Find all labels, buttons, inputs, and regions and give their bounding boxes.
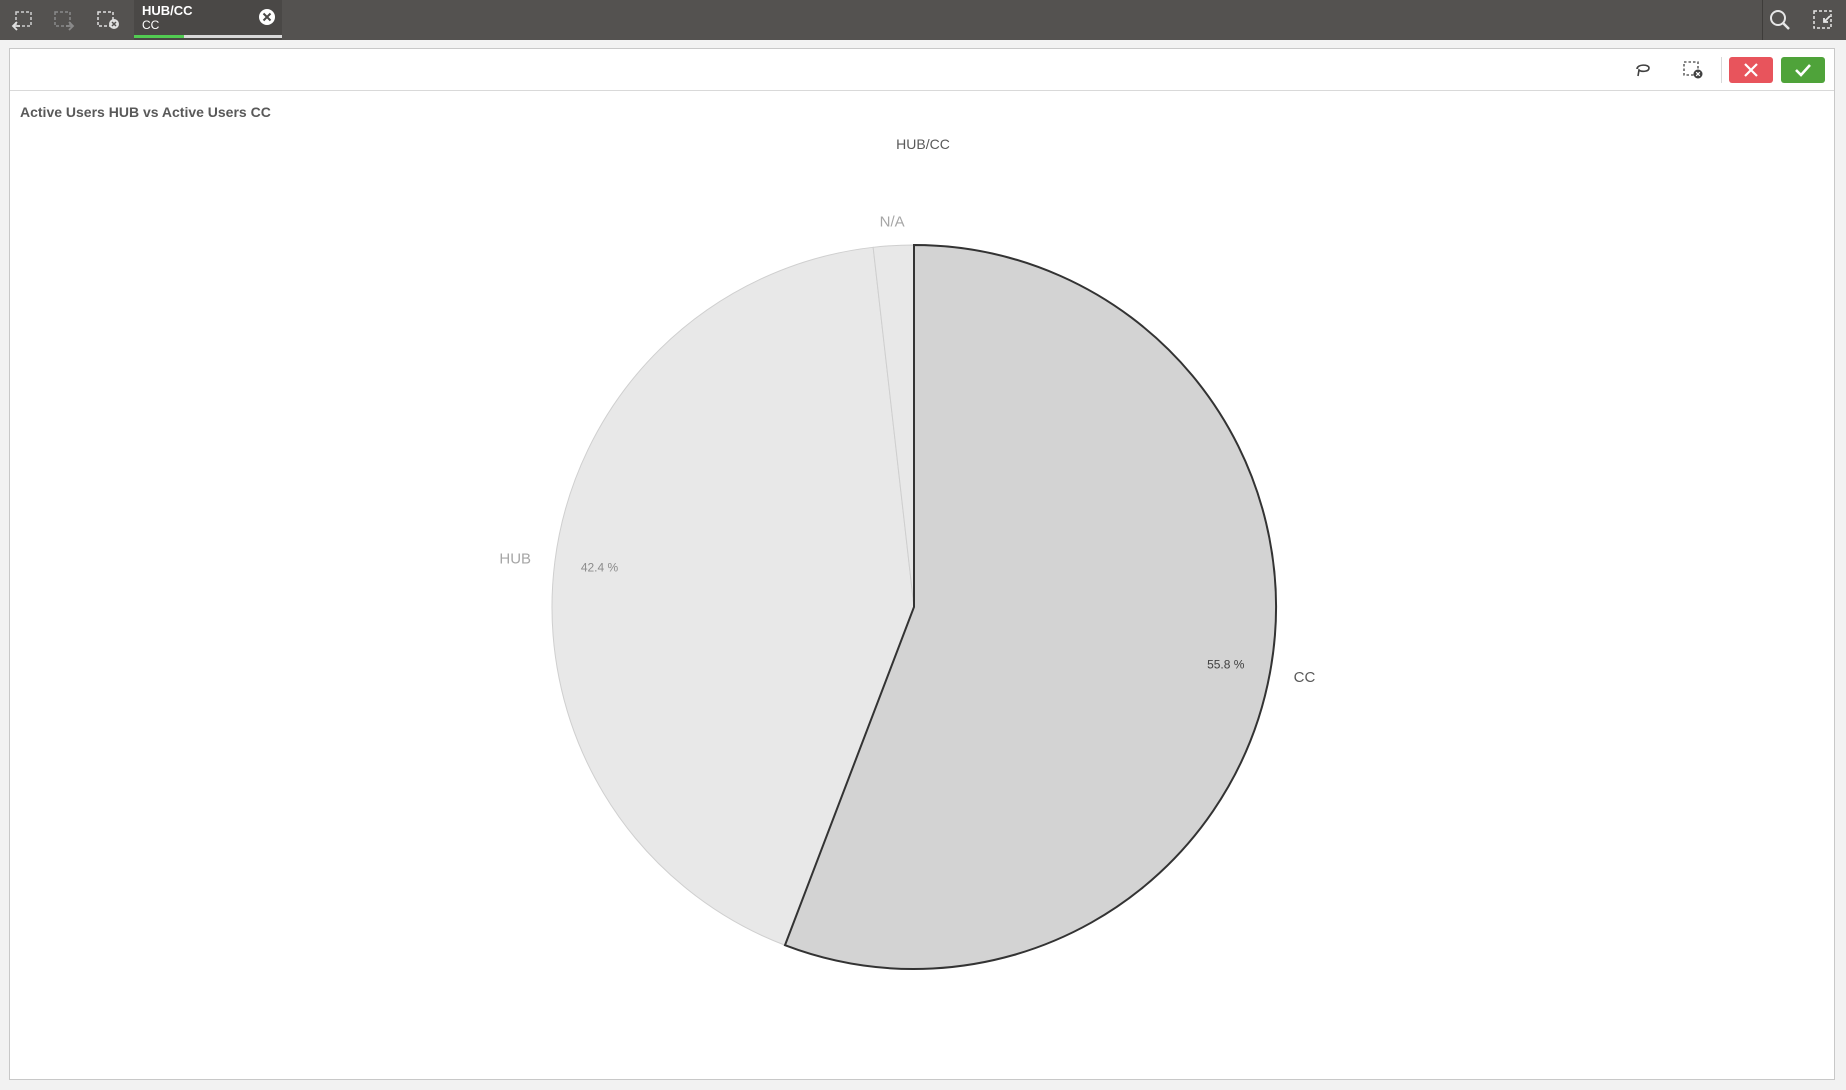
step-back-icon[interactable] [8, 6, 36, 34]
selection-tab-hub-cc[interactable]: HUB/CC CC [134, 0, 282, 40]
clear-selection-icon[interactable] [258, 8, 276, 26]
chart-panel: Active Users HUB vs Active Users CC HUB/… [9, 48, 1835, 1080]
clear-all-selections-icon[interactable] [94, 6, 122, 34]
toolbar-divider [1762, 0, 1763, 40]
slice-value-label: 42.4 % [581, 560, 619, 574]
selection-field-name: HUB/CC [142, 3, 193, 18]
top-toolbar: HUB/CC CC [0, 0, 1846, 40]
selection-value: CC [142, 18, 160, 32]
pie-chart: HUB/CC CC 55.8 % HUB 42.4 % N/A [499, 136, 1316, 970]
slice-value-label: 55.8 % [1207, 657, 1245, 671]
dimension-label: HUB/CC [896, 136, 950, 152]
step-forward-icon[interactable] [50, 6, 78, 34]
selections-tool-icon[interactable] [1809, 6, 1837, 34]
slice-category-label: N/A [880, 214, 905, 231]
search-icon[interactable] [1766, 6, 1794, 34]
selection-state-bar [134, 35, 282, 38]
slice-category-label: HUB [499, 551, 531, 568]
selection-state-fill [134, 35, 185, 38]
slice-category-label: CC [1294, 669, 1316, 686]
